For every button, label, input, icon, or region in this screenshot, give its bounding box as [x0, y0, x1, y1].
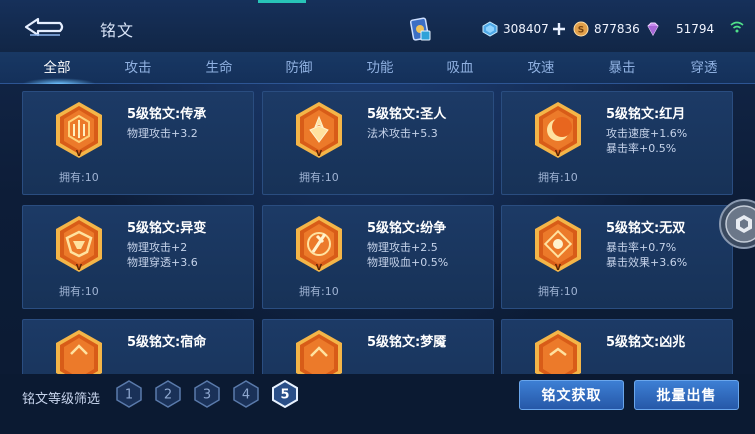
rune-stat: 攻击速度+1.6%	[606, 127, 688, 140]
rune-stat: 暴击率+0.5%	[606, 142, 677, 155]
back-arrow-icon[interactable]	[22, 14, 66, 40]
tab-hp[interactable]: 生命	[206, 52, 233, 84]
bulk-sell-button[interactable]: 批量出售	[634, 380, 739, 410]
svg-text:V: V	[555, 149, 562, 158]
level-filter-2[interactable]: 2	[154, 380, 182, 408]
tab-lifesteal[interactable]: 吸血	[447, 52, 474, 84]
svg-text:V: V	[76, 263, 83, 272]
svg-text:V: V	[555, 263, 562, 272]
rune-card[interactable]: V 5级铭文:无双 暴击率+0.7% 暴击效果+3.6% 拥有:10	[501, 205, 733, 309]
rune-owned-count: 拥有:10	[299, 171, 339, 184]
level-filter-1[interactable]: 1	[115, 380, 143, 408]
rune-title: 5级铭文:纷争	[367, 221, 447, 236]
rune-card[interactable]: 5级铭文:梦魇	[262, 319, 494, 374]
rune-card[interactable]: V 5级铭文:异变 物理攻击+2 物理穿透+3.6 拥有:10	[22, 205, 254, 309]
gold-amount: 877836	[594, 22, 640, 36]
currency-gold: S 877836	[573, 20, 640, 38]
rune-owned-count: 拥有:10	[538, 171, 578, 184]
diamond-coupon-icon	[482, 21, 498, 37]
category-tabs: 全部 攻击 生命 防御 功能 吸血 攻速 暴击 穿透	[0, 52, 755, 84]
svg-text:S: S	[578, 26, 584, 36]
svg-text:3: 3	[203, 388, 211, 403]
rune-stat: 暴击率+0.7%	[606, 241, 677, 254]
wushuang-rune-icon: V	[535, 216, 581, 272]
tab-attack-speed[interactable]: 攻速	[528, 52, 555, 84]
suming-rune-icon	[56, 330, 102, 374]
tab-defense[interactable]: 防御	[286, 52, 313, 84]
gem-icon	[647, 22, 659, 37]
svg-text:5: 5	[280, 388, 289, 403]
gem-amount: 51794	[676, 22, 715, 36]
yibian-rune-icon: V	[56, 216, 102, 272]
rune-stat: 物理攻击+2.5	[367, 241, 438, 254]
level-filter-5[interactable]: 5	[271, 380, 299, 408]
rune-title: 5级铭文:异变	[127, 221, 207, 236]
svg-text:4: 4	[242, 388, 250, 403]
currency-coupon: 308407	[482, 20, 566, 38]
rune-title: 5级铭文:无双	[606, 221, 686, 236]
rune-stat: 法术攻击+5.3	[367, 127, 438, 140]
get-rune-button[interactable]: 铭文获取	[519, 380, 624, 410]
tab-penetration[interactable]: 穿透	[691, 52, 718, 84]
rune-card[interactable]: 5级铭文:凶兆	[501, 319, 733, 374]
level-filter-label: 铭文等级筛选	[22, 392, 101, 407]
rune-owned-count: 拥有:10	[299, 285, 339, 298]
rune-title: 5级铭文:红月	[606, 107, 686, 122]
rune-title: 5级铭文:梦魇	[367, 335, 447, 350]
rune-stat: 物理吸血+0.5%	[367, 256, 449, 269]
svg-text:V: V	[76, 149, 83, 158]
coupon-amount: 308407	[503, 22, 549, 36]
rune-card[interactable]: 5级铭文:宿命	[22, 319, 254, 374]
top-accent-line	[258, 0, 306, 3]
tab-utility[interactable]: 功能	[367, 52, 394, 84]
rune-title: 5级铭文:凶兆	[606, 335, 686, 350]
svg-text:V: V	[316, 263, 323, 272]
svg-text:1: 1	[125, 388, 133, 403]
rune-owned-count: 拥有:10	[538, 285, 578, 298]
wifi-icon	[730, 21, 744, 33]
shengren-rune-icon: V	[296, 102, 342, 158]
level-filter-4[interactable]: 4	[232, 380, 260, 408]
rune-owned-count: 拥有:10	[59, 171, 99, 184]
hongyue-rune-icon: V	[535, 102, 581, 158]
rune-stat: 物理攻击+3.2	[127, 127, 198, 140]
tab-critical[interactable]: 暴击	[609, 52, 636, 84]
gold-coin-icon: S	[573, 21, 589, 37]
rune-card[interactable]: V 5级铭文:圣人 法术攻击+5.3 拥有:10	[262, 91, 494, 195]
rune-owned-count: 拥有:10	[59, 285, 99, 298]
rune-grid: V 5级铭文:传承 物理攻击+3.2 拥有:10 V 5级铭文:圣人 法术攻击+…	[0, 84, 755, 374]
rune-title: 5级铭文:圣人	[367, 107, 447, 122]
mengyan-rune-icon	[296, 330, 342, 374]
currency-gem: 51794	[645, 20, 714, 38]
level-filter-3[interactable]: 3	[193, 380, 221, 408]
svg-text:V: V	[316, 149, 323, 158]
rune-stat: 暴击效果+3.6%	[606, 256, 688, 269]
rune-card[interactable]: V 5级铭文:红月 攻击速度+1.6% 暴击率+0.5% 拥有:10	[501, 91, 733, 195]
tab-attack[interactable]: 攻击	[125, 52, 152, 84]
rune-deck-icon[interactable]	[407, 16, 433, 42]
rune-title: 5级铭文:宿命	[127, 335, 207, 350]
page-title: 铭文	[100, 21, 135, 40]
side-panel-handle[interactable]	[718, 198, 755, 250]
rune-card[interactable]: V 5级铭文:纷争 物理攻击+2.5 物理吸血+0.5% 拥有:10	[262, 205, 494, 309]
fenzheng-rune-icon: V	[296, 216, 342, 272]
rune-card[interactable]: V 5级铭文:传承 物理攻击+3.2 拥有:10	[22, 91, 254, 195]
top-bar: 铭文 308407 S 877836 51794	[0, 0, 755, 52]
svg-text:2: 2	[164, 388, 172, 403]
rune-stat: 物理穿透+3.6	[127, 256, 198, 269]
chuancheng-rune-icon: V	[56, 102, 102, 158]
rune-stat: 物理攻击+2	[127, 241, 188, 254]
add-coupon-icon[interactable]	[552, 22, 566, 36]
rune-title: 5级铭文:传承	[127, 107, 207, 122]
xiongzhao-rune-icon	[535, 330, 581, 374]
